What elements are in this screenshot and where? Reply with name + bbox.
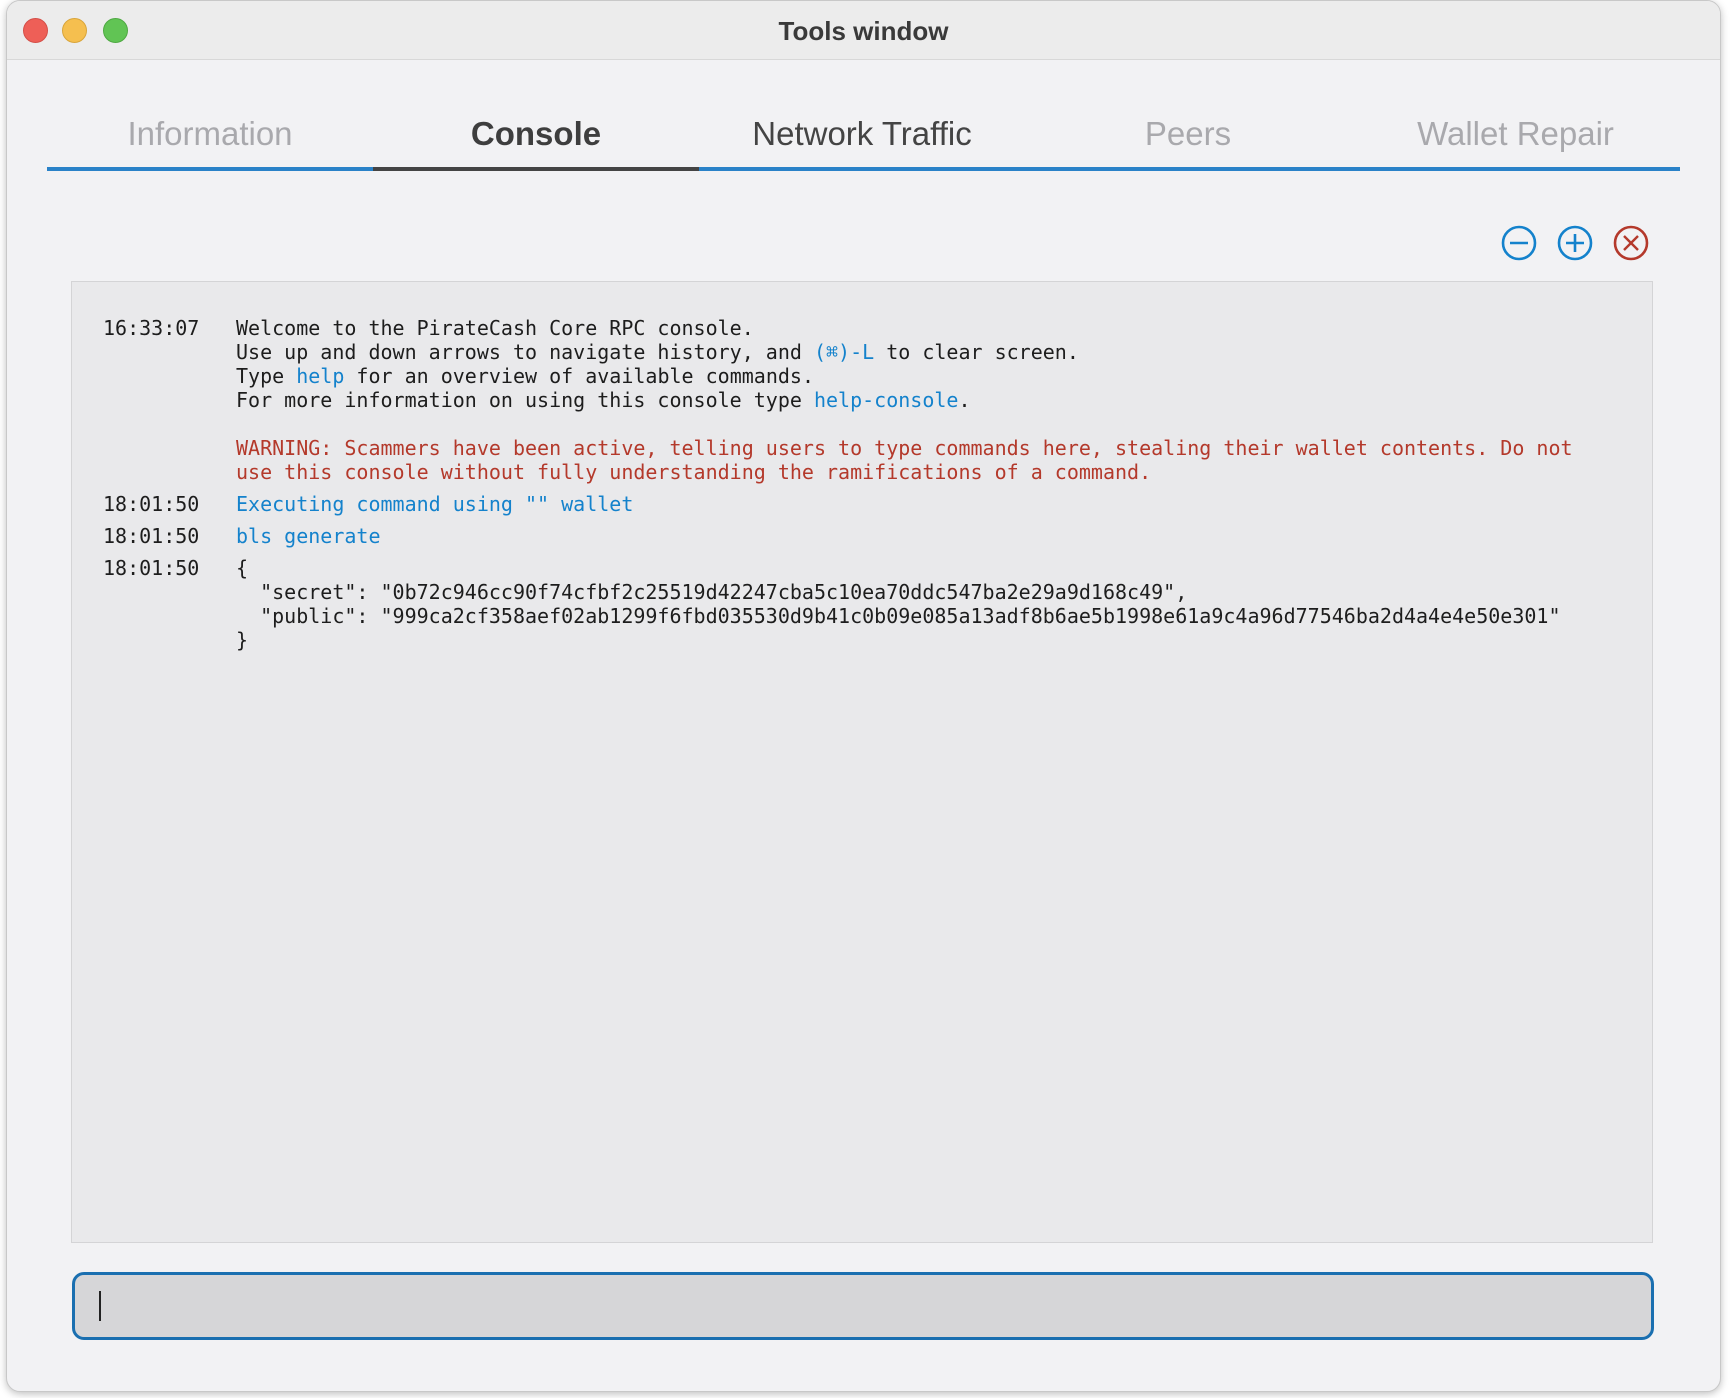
- tools-window: Tools window Information Console Network…: [6, 0, 1721, 1392]
- console-output[interactable]: 16:33:07 Welcome to the PirateCash Core …: [71, 281, 1653, 1243]
- command-line: bls generate: [236, 524, 381, 548]
- welcome-line: Welcome to the PirateCash Core RPC conso…: [236, 316, 754, 340]
- font-larger-button[interactable]: [1557, 225, 1593, 261]
- timestamp: 18:01:50: [103, 492, 200, 516]
- help-hint-line: Type help for an overview of available c…: [236, 364, 814, 388]
- x-circle-icon: [1613, 225, 1649, 261]
- help-console-command: help-console: [813, 388, 959, 412]
- help-console-hint-line: For more information on using this conso…: [236, 388, 971, 412]
- hint-text: for an overview of available commands.: [344, 364, 814, 388]
- title-bar: Tools window: [7, 1, 1720, 60]
- clear-console-button[interactable]: [1613, 225, 1649, 261]
- plus-circle-icon: [1557, 225, 1593, 261]
- minus-circle-icon: [1501, 225, 1537, 261]
- console-input[interactable]: [72, 1272, 1654, 1340]
- timestamp: 18:01:50: [103, 524, 200, 548]
- clear-shortcut: (⌘)-L: [813, 340, 875, 364]
- executing-line: Executing command using "" wallet: [236, 492, 634, 516]
- warning-line-1: WARNING: Scammers have been active, tell…: [236, 436, 1573, 460]
- result-line: "public": "999ca2cf358aef02ab1299f6fbd03…: [236, 604, 1561, 628]
- hint-text: For more information on using this conso…: [236, 388, 814, 412]
- hint-text: to clear screen.: [874, 340, 1079, 364]
- tab-information[interactable]: Information: [47, 97, 373, 171]
- font-smaller-button[interactable]: [1501, 225, 1537, 261]
- hint-text: .: [958, 388, 971, 412]
- hint-text: Use up and down arrows to navigate histo…: [236, 340, 814, 364]
- hint-text: Type: [236, 364, 297, 388]
- history-hint-line: Use up and down arrows to navigate histo…: [236, 340, 1079, 364]
- help-command: help: [296, 364, 345, 388]
- warning-line-2: use this console without fully understan…: [236, 460, 1152, 484]
- tab-network-traffic[interactable]: Network Traffic: [699, 97, 1025, 171]
- result-line: }: [236, 628, 249, 652]
- timestamp: 18:01:50: [103, 556, 200, 580]
- text-caret: [99, 1291, 101, 1321]
- tab-bar: Information Console Network Traffic Peer…: [47, 97, 1680, 171]
- timestamp: 16:33:07: [103, 316, 200, 340]
- result-line: {: [236, 556, 249, 580]
- tab-console[interactable]: Console: [373, 97, 699, 171]
- result-line: "secret": "0b72c946cc90f74cfbf2c25519d42…: [236, 580, 1188, 604]
- tab-peers[interactable]: Peers: [1025, 97, 1351, 171]
- tab-wallet-repair[interactable]: Wallet Repair: [1351, 97, 1680, 171]
- window-title: Tools window: [778, 16, 949, 46]
